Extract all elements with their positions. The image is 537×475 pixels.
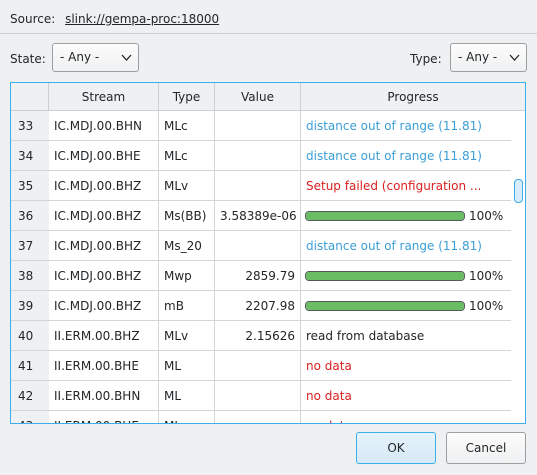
progress-cell: 100% bbox=[301, 261, 511, 291]
progress-status: distance out of range (11.81) bbox=[301, 141, 511, 171]
type-cell: Mwp bbox=[159, 261, 215, 291]
table-body: 33 IC.MDJ.00.BHN MLc distance out of range … bbox=[11, 111, 511, 423]
header-corner bbox=[11, 83, 49, 111]
stream-cell: IC.MDJ.00.BHZ bbox=[49, 231, 159, 261]
progress-status: no data bbox=[301, 351, 511, 381]
progress-percent: 100% bbox=[469, 299, 504, 313]
progress-bar-fill bbox=[306, 272, 464, 280]
row-index: 34 bbox=[11, 141, 49, 171]
stream-cell: IC.MDJ.00.BHZ bbox=[49, 291, 159, 321]
stream-cell: IC.MDJ.00.BHE bbox=[49, 141, 159, 171]
table-row[interactable]: 35 IC.MDJ.00.BHZ MLv Setup failed (configur… bbox=[11, 171, 511, 201]
value-cell bbox=[215, 351, 301, 381]
row-index: 42 bbox=[11, 381, 49, 411]
value-cell bbox=[215, 231, 301, 261]
progress-status: no data bbox=[301, 411, 511, 423]
cancel-button[interactable]: Cancel bbox=[446, 432, 526, 464]
stream-cell: II.ERM.00.BHN bbox=[49, 381, 159, 411]
table-row[interactable]: 37 IC.MDJ.00.BHZ Ms_20 distance out of rang… bbox=[11, 231, 511, 261]
source-row: Source: slink://gempa-proc:18000 bbox=[10, 10, 219, 28]
progress-status: read from database bbox=[301, 321, 511, 351]
value-cell bbox=[215, 111, 301, 141]
type-cell: ML bbox=[159, 381, 215, 411]
value-cell: 2859.79 bbox=[215, 261, 301, 291]
value-cell bbox=[215, 141, 301, 171]
value-cell bbox=[215, 411, 301, 423]
table-row[interactable]: 39 IC.MDJ.00.BHZ mB 2207.98 100% bbox=[11, 291, 511, 321]
progress-status: distance out of range (11.81) bbox=[301, 111, 511, 141]
state-label: State: bbox=[10, 52, 46, 66]
value-cell bbox=[215, 381, 301, 411]
stream-cell: II.ERM.00.BHZ bbox=[49, 321, 159, 351]
progress-bar-fill bbox=[306, 302, 464, 310]
stream-cell: II.ERM.00.BHE bbox=[49, 351, 159, 381]
table-row[interactable]: 38 IC.MDJ.00.BHZ Mwp 2859.79 100% bbox=[11, 261, 511, 291]
state-combo[interactable]: - Any - bbox=[52, 43, 139, 72]
source-label: Source: bbox=[10, 12, 56, 26]
row-index: 41 bbox=[11, 351, 49, 381]
progress-status: distance out of range (11.81) bbox=[301, 231, 511, 261]
table-row[interactable]: 36 IC.MDJ.00.BHZ Ms(BB) 3.58389e-06 100% bbox=[11, 201, 511, 231]
progress-percent: 100% bbox=[469, 209, 504, 223]
progress-bar bbox=[305, 301, 465, 311]
progress-status: Setup failed (configuration ... bbox=[301, 171, 511, 201]
row-index: 40 bbox=[11, 321, 49, 351]
row-index: 37 bbox=[11, 231, 49, 261]
row-index: 33 bbox=[11, 111, 49, 141]
progress-status: no data bbox=[301, 381, 511, 411]
type-cell: mB bbox=[159, 291, 215, 321]
progress-bar-fill bbox=[306, 212, 464, 220]
type-cell: ML bbox=[159, 351, 215, 381]
type-combo[interactable]: - Any - bbox=[450, 43, 527, 72]
row-index: 35 bbox=[11, 171, 49, 201]
chevron-down-icon bbox=[509, 54, 520, 61]
progress-bar bbox=[305, 211, 465, 221]
header-type[interactable]: Type bbox=[159, 83, 215, 111]
progress-cell: 100% bbox=[301, 201, 511, 231]
progress-percent: 100% bbox=[469, 269, 504, 283]
type-cell: Ms_20 bbox=[159, 231, 215, 261]
row-index: 43 bbox=[11, 411, 49, 423]
row-index: 36 bbox=[11, 201, 49, 231]
type-cell: MLc bbox=[159, 141, 215, 171]
value-cell: 2.15626 bbox=[215, 321, 301, 351]
type-combo-value: - Any - bbox=[458, 50, 498, 64]
table-row[interactable]: 43II.ERM.00.BHEMLc no data bbox=[11, 411, 511, 423]
table-row[interactable]: 40 II.ERM.00.BHZ MLv 2.15626 read from datab… bbox=[11, 321, 511, 351]
type-cell: MLc bbox=[159, 411, 215, 423]
source-value: slink://gempa-proc:18000 bbox=[65, 12, 220, 26]
stream-cell: II.ERM.00.BHE bbox=[49, 411, 159, 423]
stream-cell: IC.MDJ.00.BHZ bbox=[49, 201, 159, 231]
header-value[interactable]: Value bbox=[215, 83, 301, 111]
chevron-down-icon bbox=[121, 54, 132, 61]
header-progress[interactable]: Progress bbox=[301, 83, 525, 111]
value-cell: 2207.98 bbox=[215, 291, 301, 321]
header-stream[interactable]: Stream bbox=[49, 83, 159, 111]
stream-cell: IC.MDJ.00.BHZ bbox=[49, 261, 159, 291]
table-row[interactable]: 42 II.ERM.00.BHN ML no data bbox=[11, 381, 511, 411]
progress-cell: 100% bbox=[301, 291, 511, 321]
table-row[interactable]: 34 IC.MDJ.00.BHE MLc distance out of range … bbox=[11, 141, 511, 171]
table-row[interactable]: 33 IC.MDJ.00.BHN MLc distance out of range … bbox=[11, 111, 511, 141]
stream-cell: IC.MDJ.00.BHN bbox=[49, 111, 159, 141]
type-cell: MLc bbox=[159, 111, 215, 141]
type-cell: MLv bbox=[159, 171, 215, 201]
progress-bar bbox=[305, 271, 465, 281]
table-header: Stream Type Value Progress bbox=[11, 83, 525, 111]
state-combo-value: - Any - bbox=[60, 50, 100, 64]
table-row[interactable]: 41 II.ERM.00.BHE ML no data bbox=[11, 351, 511, 381]
type-cell: MLv bbox=[159, 321, 215, 351]
type-cell: Ms(BB) bbox=[159, 201, 215, 231]
row-index: 39 bbox=[11, 291, 49, 321]
ok-button[interactable]: OK bbox=[356, 432, 436, 464]
vertical-scrollbar[interactable] bbox=[511, 111, 525, 423]
separator bbox=[0, 33, 537, 34]
scrollbar-thumb[interactable] bbox=[514, 179, 523, 203]
value-cell: 3.58389e-06 bbox=[215, 201, 301, 231]
stream-table: Stream Type Value Progress 33 IC.MDJ.00.B… bbox=[10, 82, 526, 424]
stream-cell: IC.MDJ.00.BHZ bbox=[49, 171, 159, 201]
value-cell bbox=[215, 171, 301, 201]
row-index: 38 bbox=[11, 261, 49, 291]
type-label: Type: bbox=[410, 52, 442, 66]
